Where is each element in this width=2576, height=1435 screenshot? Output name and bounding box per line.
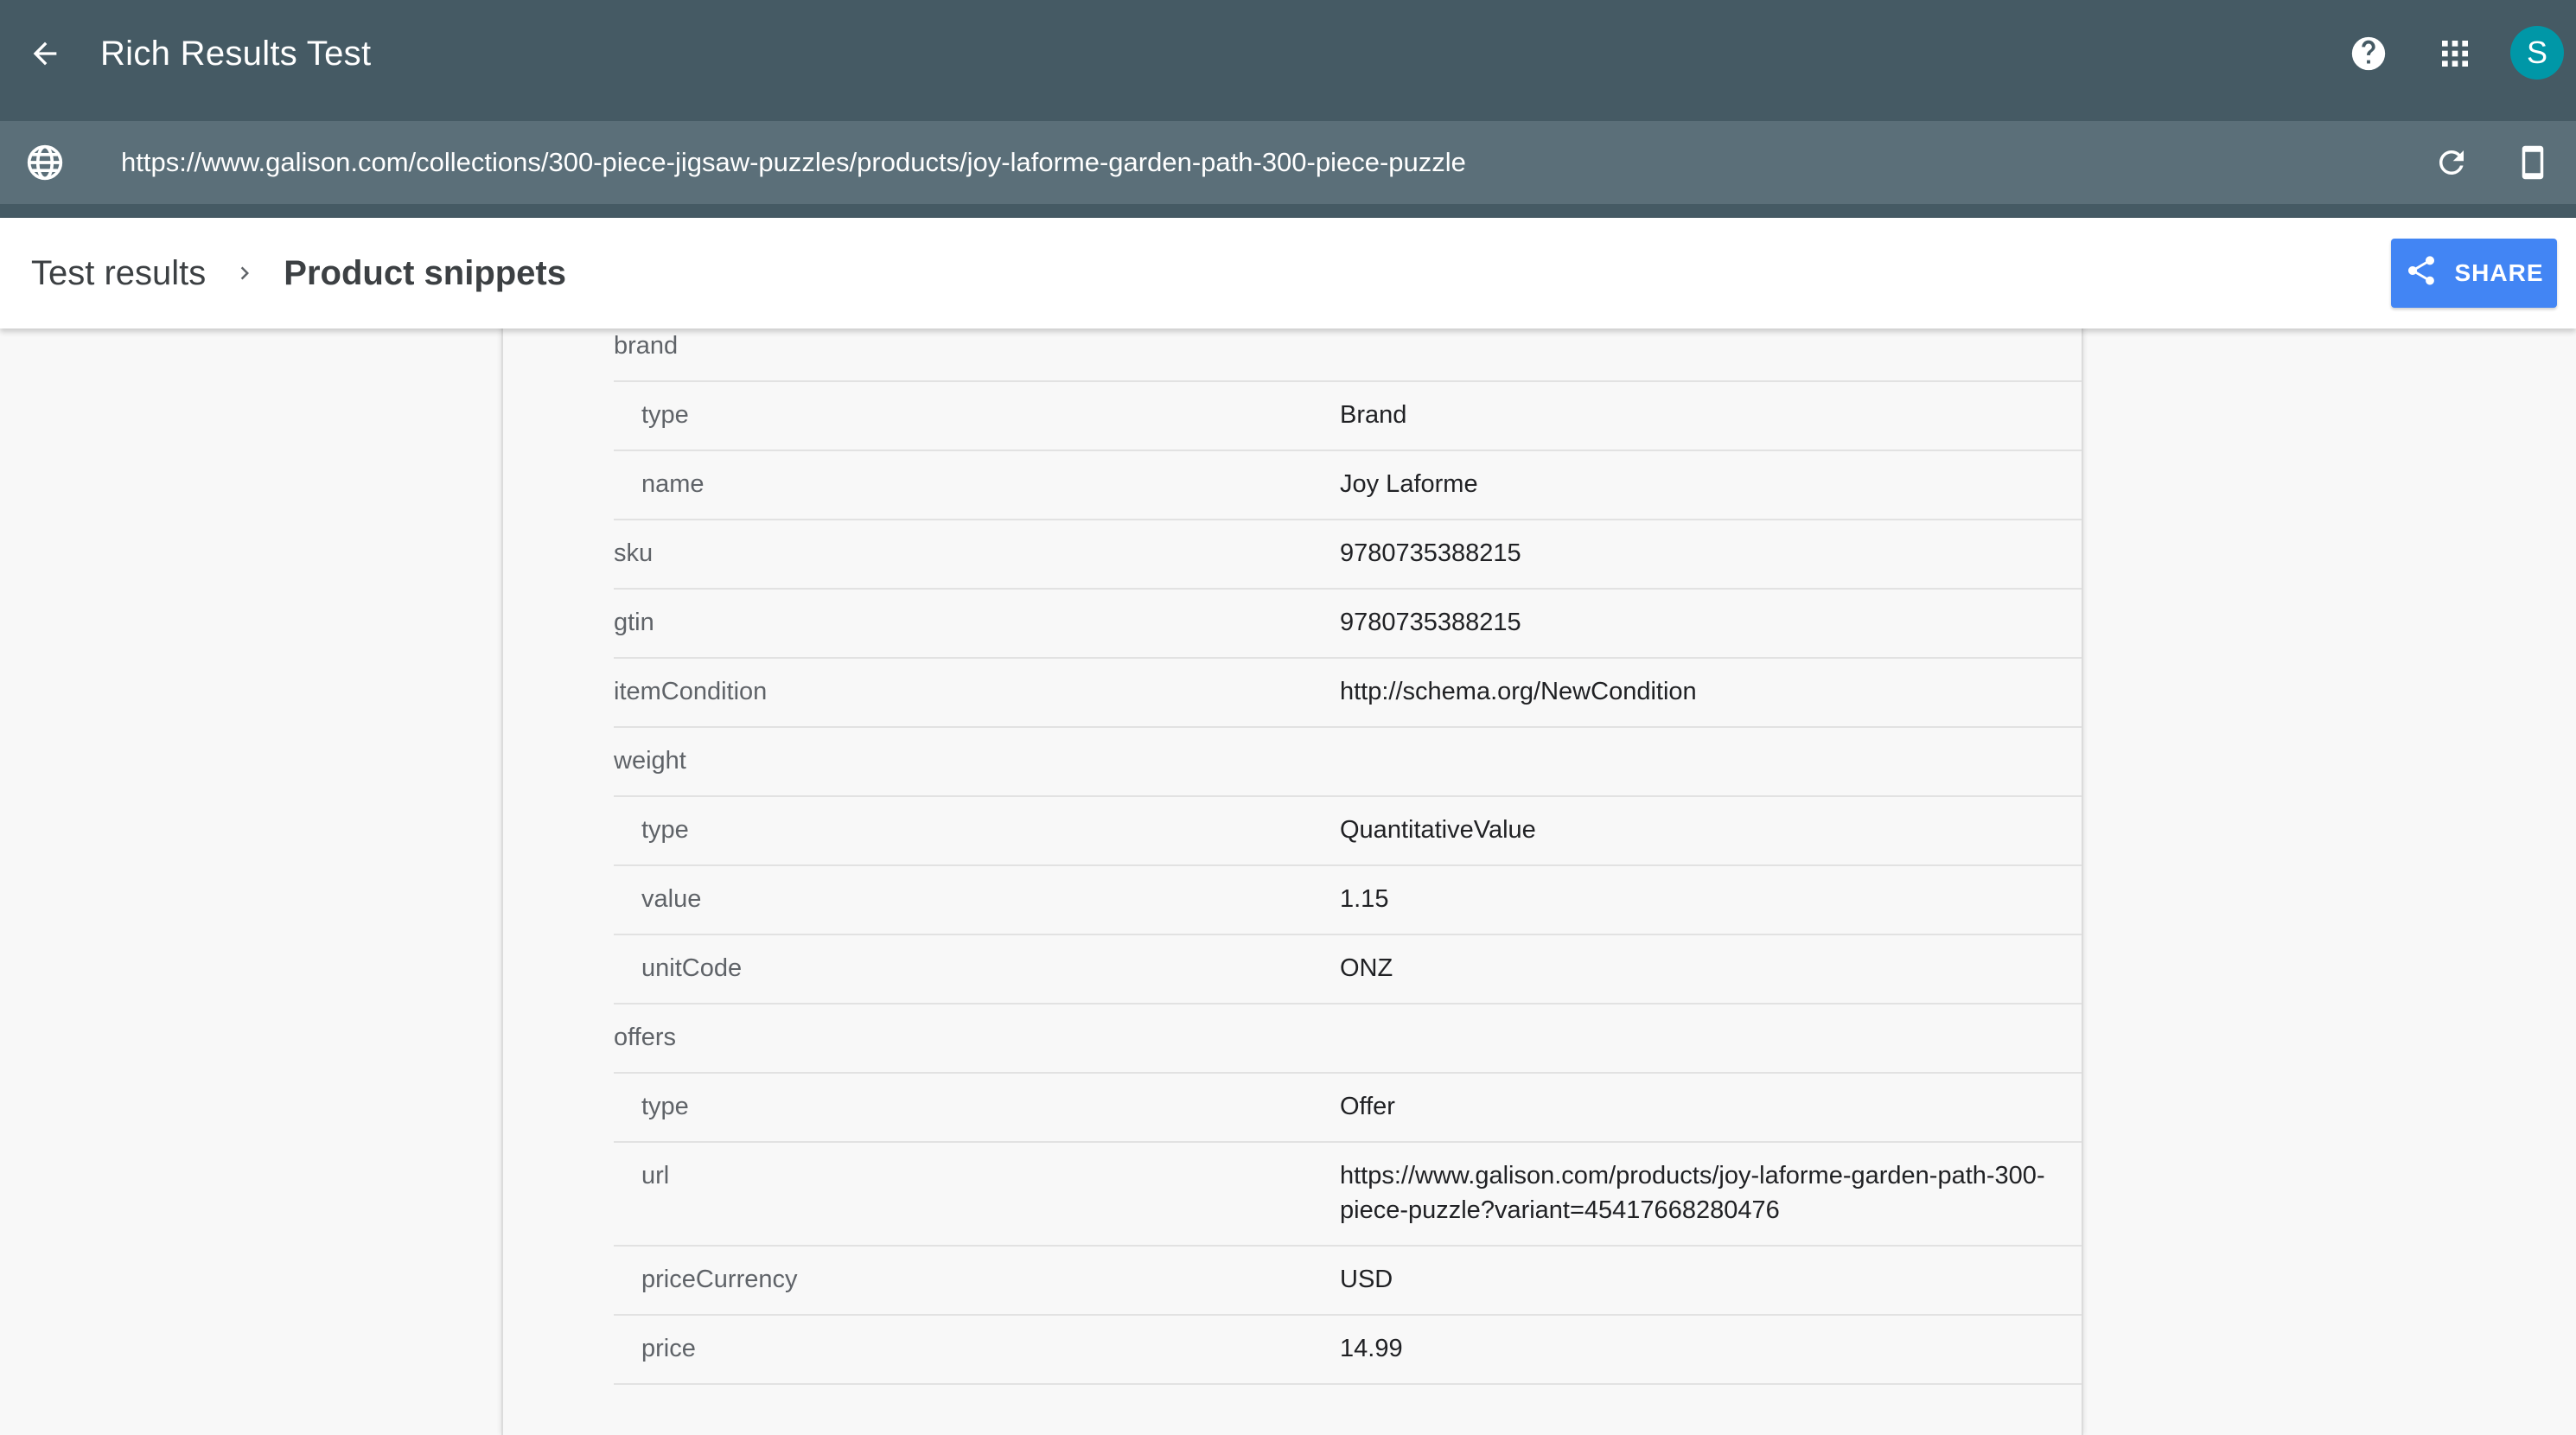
property-row: weight [614, 726, 2082, 797]
share-label: SHARE [2454, 259, 2544, 286]
property-value: USD [1340, 1266, 1393, 1293]
property-value: 9780735388215 [1340, 539, 1521, 567]
globe-icon [22, 140, 67, 185]
property-key: type [641, 401, 689, 429]
property-key: priceCurrency [641, 1266, 798, 1293]
property-row: type Offer [614, 1072, 2082, 1143]
smartphone-icon[interactable] [2510, 140, 2555, 185]
property-value: Joy Laforme [1340, 470, 1478, 498]
refresh-icon[interactable] [2429, 140, 2474, 185]
property-key: brand [614, 332, 679, 360]
property-row: sku 9780735388215 [614, 519, 2082, 590]
property-value: 9780735388215 [1340, 609, 1521, 636]
property-key: offers [614, 1024, 677, 1051]
page-title: Product snippets [284, 253, 566, 292]
results-header: Test results Product snippets SHARE [0, 218, 2576, 328]
property-row: value 1.15 [614, 864, 2082, 935]
property-key: price [641, 1335, 696, 1362]
property-row: type Brand [614, 380, 2082, 451]
property-value: ONZ [1340, 954, 1393, 982]
property-row: type QuantitativeValue [614, 795, 2082, 866]
progress-strip [0, 204, 2576, 218]
property-row: itemCondition http://schema.org/NewCondit… [614, 657, 2082, 728]
breadcrumb: Test results Product snippets [31, 249, 566, 297]
property-row: offers [614, 1003, 2082, 1074]
property-key: type [641, 1093, 689, 1120]
detected-items-card: brand type Brand name Joy Laforme sku 97807353… [501, 311, 2083, 1435]
breadcrumb-test-results[interactable]: Test results [31, 254, 206, 293]
apps-grid-icon[interactable] [2433, 31, 2477, 76]
property-key: sku [614, 539, 654, 567]
tested-url[interactable]: https://www.galison.com/collections/300-… [121, 140, 1466, 185]
property-row: price 14.99 [614, 1314, 2082, 1385]
chevron-right-icon [232, 260, 258, 286]
property-value: Offer [1340, 1093, 1395, 1120]
property-value: Brand [1340, 401, 1407, 429]
property-row: priceCurrency USD [614, 1245, 2082, 1316]
property-value: QuantitativeValue [1340, 816, 1536, 844]
property-value: 14.99 [1340, 1335, 1403, 1362]
property-key: value [641, 885, 702, 913]
url-bar: https://www.galison.com/collections/300-… [0, 121, 2576, 204]
avatar[interactable]: S [2510, 26, 2564, 80]
property-value: http://schema.org/NewCondition [1340, 678, 1697, 705]
share-button[interactable]: SHARE [2391, 239, 2557, 308]
app-title: Rich Results Test [100, 35, 372, 73]
property-row: unitCode ONZ [614, 934, 2082, 1004]
property-row: gtin 9780735388215 [614, 588, 2082, 659]
property-key: url [641, 1162, 670, 1189]
property-key: gtin [614, 609, 654, 636]
property-row: name Joy Laforme [614, 450, 2082, 520]
help-circle-icon[interactable] [2346, 31, 2391, 76]
property-key: itemCondition [614, 678, 768, 705]
property-row: url https://www.galison.com/products/joy-… [614, 1141, 2082, 1247]
property-key: unitCode [641, 954, 743, 982]
top-app-bar: Rich Results Test S [0, 0, 2576, 121]
share-icon [2404, 253, 2439, 294]
property-key: type [641, 816, 689, 844]
property-key: weight [614, 747, 686, 775]
property-key: name [641, 470, 705, 498]
property-value: 1.15 [1340, 885, 1389, 913]
property-value: https://www.galison.com/products/joy-laf… [1340, 1162, 2045, 1224]
arrow-left-icon[interactable] [22, 31, 67, 76]
